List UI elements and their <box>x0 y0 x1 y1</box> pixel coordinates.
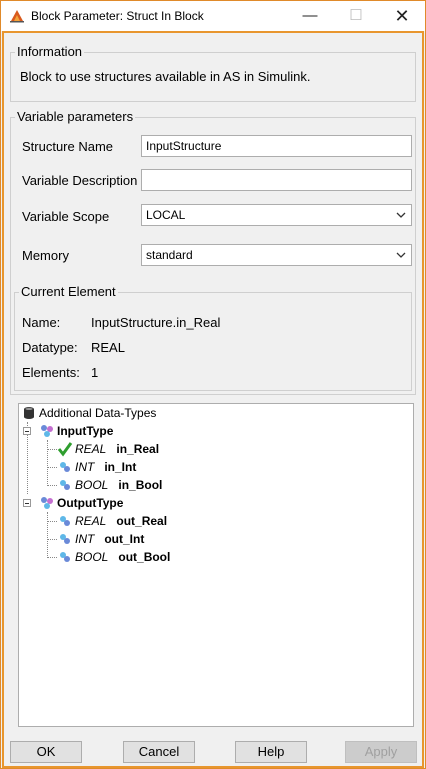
name-label: Name: <box>22 315 61 330</box>
elements-value: 1 <box>91 365 99 380</box>
element-icon <box>60 552 70 562</box>
data-types-tree[interactable]: Additional Data-Types InputType REAL in_R… <box>18 403 414 727</box>
tree-connector <box>47 521 57 522</box>
variable-description-label: Variable Description <box>22 173 138 188</box>
tree-item-type: REAL <box>75 442 107 456</box>
tree-item-type: INT <box>75 532 95 546</box>
matlab-icon <box>10 10 24 23</box>
memory-select[interactable]: standard <box>141 244 412 266</box>
memory-label: Memory <box>22 248 69 263</box>
tree-connector <box>47 485 57 486</box>
elements-label: Elements: <box>22 365 80 380</box>
tree-item-type: BOOL <box>75 550 109 564</box>
tree-item-name: in_Int <box>104 460 137 474</box>
element-icon <box>60 480 70 490</box>
element-icon <box>60 516 70 526</box>
tree-connector <box>47 440 48 486</box>
window-title: Block Parameter: Struct In Block <box>31 9 204 23</box>
element-icon <box>60 462 70 472</box>
tree-connector <box>47 512 48 558</box>
variable-scope-label: Variable Scope <box>22 209 110 224</box>
current-element-group: Current Element Name: InputStructure.in_… <box>14 284 412 391</box>
tree-item-label: OutputType <box>57 496 124 510</box>
tree-item-name: out_Bool <box>118 550 171 564</box>
memory-value: standard <box>146 248 193 262</box>
help-button[interactable]: Help <box>235 741 307 763</box>
collapse-icon[interactable] <box>23 499 31 507</box>
tree-item-type: INT <box>75 460 95 474</box>
tree-item-name: in_Real <box>116 442 160 456</box>
chevron-down-icon <box>396 252 406 258</box>
chevron-down-icon <box>396 212 406 218</box>
ok-button[interactable]: OK <box>10 741 82 763</box>
tree-item-label: InputType <box>57 424 114 438</box>
datatype-value: REAL <box>91 340 125 355</box>
variable-description-field[interactable] <box>141 169 412 191</box>
struct-icon <box>41 425 53 437</box>
tree-root-label: Additional Data-Types <box>39 406 157 420</box>
name-value: InputStructure.in_Real <box>91 315 221 330</box>
tree-connector <box>47 539 57 540</box>
tree-item-name: out_Real <box>116 514 168 528</box>
checkmark-icon <box>57 442 73 457</box>
tree-connector <box>47 557 57 558</box>
content-frame: Information Block to use structures avai… <box>2 31 424 768</box>
tree-item-type: REAL <box>75 514 107 528</box>
apply-button[interactable]: Apply <box>345 741 417 763</box>
information-group: Information Block to use structures avai… <box>10 44 416 102</box>
minimize-button[interactable]: — <box>287 1 333 31</box>
database-icon <box>24 407 34 419</box>
close-button[interactable]: ✕ <box>379 1 425 31</box>
information-group-title: Information <box>15 44 85 59</box>
datatype-label: Datatype: <box>22 340 78 355</box>
tree-item-name: in_Bool <box>118 478 163 492</box>
structure-name-label: Structure Name <box>22 139 114 154</box>
variable-scope-select[interactable]: LOCAL <box>141 204 412 226</box>
tree-connector <box>47 467 57 468</box>
collapse-icon[interactable] <box>23 427 31 435</box>
current-element-group-title: Current Element <box>19 284 118 299</box>
title-bar[interactable]: Block Parameter: Struct In Block — ☐ ✕ <box>1 1 425 31</box>
maximize-button[interactable]: ☐ <box>333 1 379 31</box>
structure-name-field[interactable]: InputStructure <box>141 135 412 157</box>
dialog-window: Block Parameter: Struct In Block — ☐ ✕ I… <box>0 0 426 769</box>
information-text: Block to use structures available in AS … <box>20 69 311 84</box>
tree-item-name: out_Int <box>104 532 145 546</box>
element-icon <box>60 534 70 544</box>
tree-item-type: BOOL <box>75 478 109 492</box>
variable-scope-value: LOCAL <box>146 208 186 222</box>
cancel-button[interactable]: Cancel <box>123 741 195 763</box>
tree-connector <box>47 449 57 450</box>
variable-parameters-group-title: Variable parameters <box>15 109 136 124</box>
struct-icon <box>41 497 53 509</box>
variable-parameters-group: Variable parameters Structure Name Input… <box>10 109 416 395</box>
